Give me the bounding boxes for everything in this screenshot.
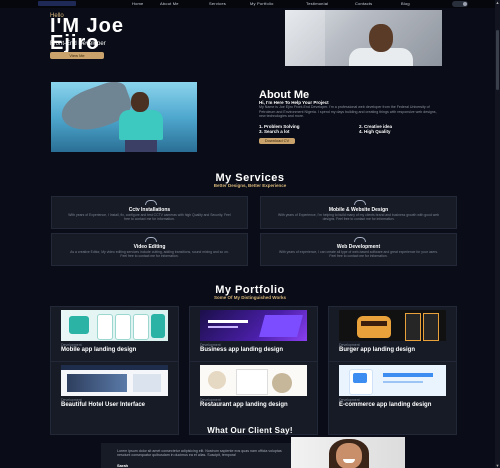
about-photo bbox=[51, 82, 197, 152]
nav-about[interactable]: About Me bbox=[160, 1, 179, 6]
portfolio-thumbnail bbox=[200, 365, 307, 396]
hero-role: Front-End Developer bbox=[50, 41, 106, 47]
service-desc: As a creative Editor, My video editing s… bbox=[70, 250, 229, 259]
service-desc: With years of Experience, I Install, fix… bbox=[68, 213, 231, 222]
nav-portfolio[interactable]: My Portfolio bbox=[250, 1, 274, 6]
portfolio-title-text: E-commerce app landing design bbox=[339, 402, 432, 408]
theme-toggle[interactable] bbox=[452, 1, 468, 7]
service-card[interactable]: Mobile & Website Design With years of Ex… bbox=[260, 196, 457, 229]
testimonial-text: Lorem ipsum dolor sit amet consectetur a… bbox=[117, 449, 282, 458]
mobile-design-icon bbox=[354, 200, 366, 205]
nav-blog[interactable]: Blog bbox=[401, 1, 410, 6]
service-card[interactable]: Video Editing As a creative Editor, My v… bbox=[51, 233, 248, 266]
nav-testimonial[interactable]: Testimonial bbox=[306, 1, 328, 6]
hero-photo bbox=[285, 10, 442, 66]
nav-home[interactable]: Home bbox=[132, 1, 143, 6]
portfolio-thumbnail bbox=[61, 365, 168, 396]
skills-list: 1. Problem Solving 2. Creative idea 3. S… bbox=[259, 124, 449, 136]
service-desc: With years of Experience, I'm helping to… bbox=[277, 213, 440, 222]
client-photo bbox=[291, 437, 405, 468]
top-navbar: Home About Me Services My Portfolio Test… bbox=[0, 0, 500, 8]
portfolio-title-text: Mobile app landing design bbox=[61, 347, 137, 353]
about-text: My Name is Joe Ejiro Front-End Developer… bbox=[259, 105, 437, 119]
portfolio-thumbnail bbox=[61, 310, 168, 341]
skill-item: 4. High Quality bbox=[359, 129, 391, 134]
web-development-icon bbox=[354, 237, 366, 242]
scrollbar-thumb[interactable] bbox=[496, 30, 499, 90]
scroll-up-icon[interactable]: ▲ bbox=[495, 0, 500, 5]
nav-contacts[interactable]: Contacts bbox=[355, 1, 372, 6]
scroll-down-icon[interactable]: ▼ bbox=[495, 463, 500, 468]
testimonials-title: What Our Client Say! bbox=[207, 426, 293, 435]
logo[interactable] bbox=[38, 1, 76, 6]
view-me-button[interactable]: View Me bbox=[50, 52, 104, 59]
nav-services[interactable]: Services bbox=[209, 1, 226, 6]
portfolio-thumbnail bbox=[339, 365, 446, 396]
skill-item: 3. Search a lot bbox=[259, 129, 290, 134]
portfolio-title-text: Restaurant app landing design bbox=[200, 402, 288, 408]
cctv-icon bbox=[145, 200, 157, 205]
portfolio-thumbnail bbox=[200, 310, 307, 341]
services-subtitle: Better Designs, Better Experience bbox=[213, 183, 287, 188]
portfolio-card[interactable]: Development Beautiful Hotel User Interfa… bbox=[50, 361, 179, 435]
portfolio-card[interactable]: Development Restaurant app landing desig… bbox=[189, 361, 318, 435]
service-card[interactable]: Cctv Installations With years of Experie… bbox=[51, 196, 248, 229]
service-desc: With years of experience, I can create a… bbox=[278, 250, 439, 259]
portfolio-thumbnail bbox=[339, 310, 446, 341]
portfolio-title-text: Business app landing design bbox=[200, 347, 284, 353]
testimonial-author: Sarah bbox=[117, 463, 129, 468]
video-editing-icon bbox=[145, 237, 157, 242]
scrollbar[interactable]: ▲ ▼ bbox=[495, 0, 500, 468]
portfolio-subtitle: Some Of My Distinguished Works bbox=[214, 295, 286, 300]
portfolio-card[interactable]: Development E-commerce app landing desig… bbox=[328, 361, 457, 435]
download-cv-button[interactable]: Download CV bbox=[259, 138, 295, 144]
portfolio-title-text: Beautiful Hotel User Interface bbox=[61, 402, 146, 408]
portfolio-title-text: Burger app landing design bbox=[339, 347, 416, 353]
service-card[interactable]: Web Development With years of experience… bbox=[260, 233, 457, 266]
